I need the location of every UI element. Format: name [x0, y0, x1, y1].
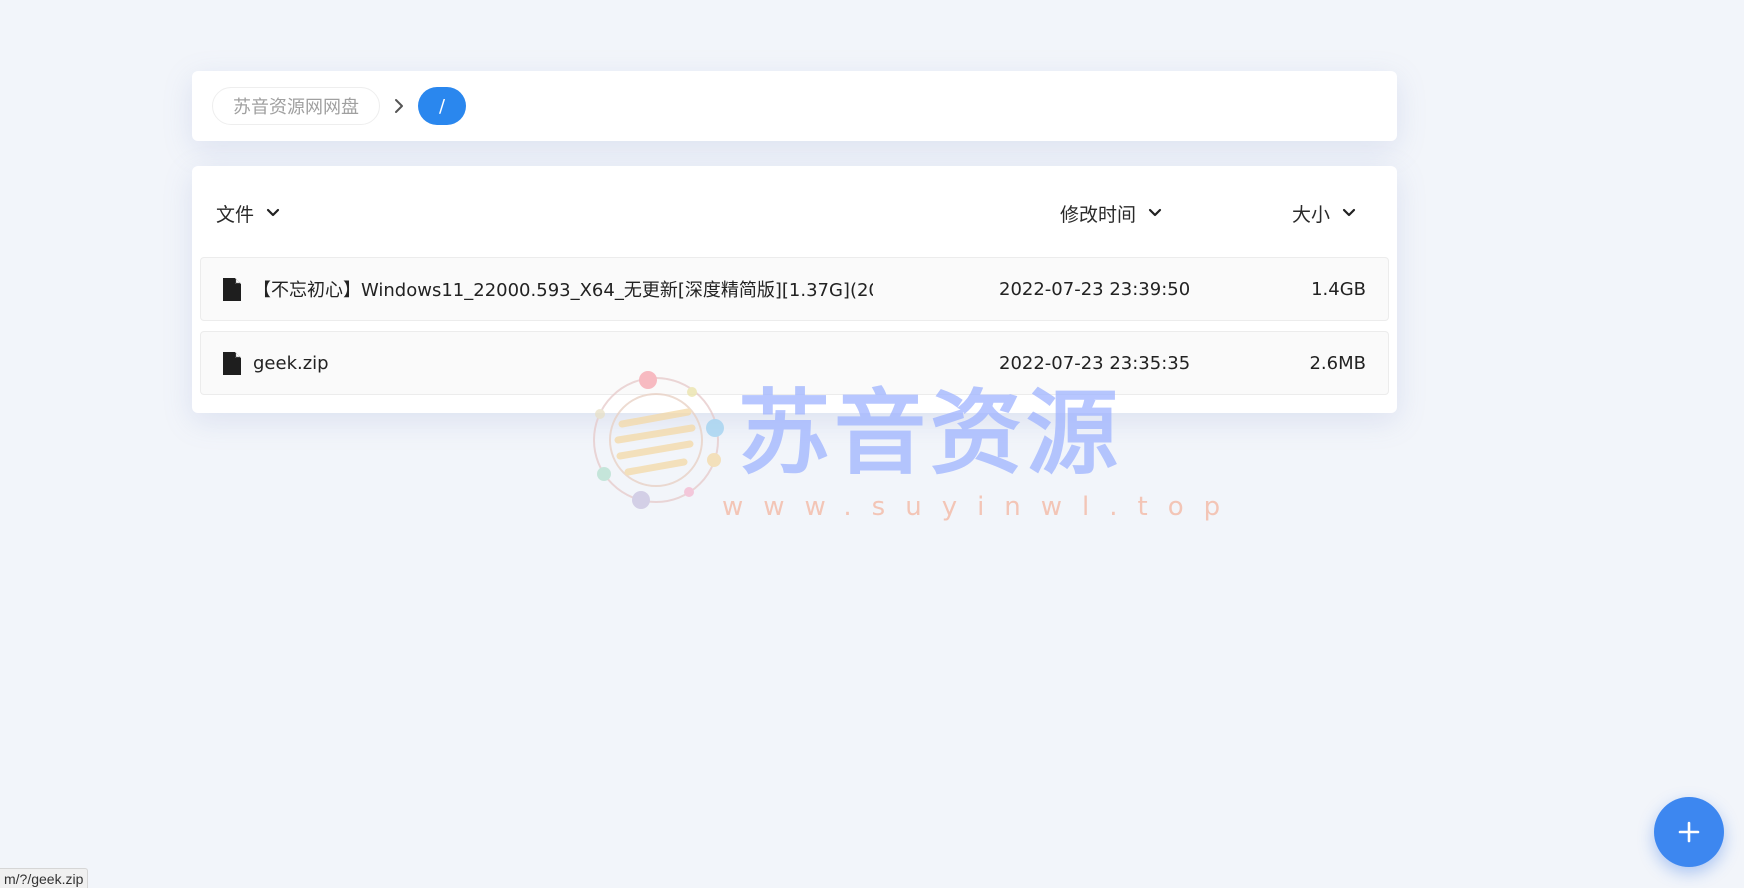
breadcrumb-card: 苏音资源网网盘 /	[192, 71, 1397, 141]
status-bar-link-preview: m/?/geek.zip	[0, 868, 89, 888]
file-icon	[223, 278, 241, 301]
watermark-url: www.suyinwl.top	[722, 492, 1241, 522]
chevron-right-icon	[380, 98, 418, 114]
column-header-modified[interactable]: 修改时间	[1060, 200, 1162, 226]
file-modified: 2022-07-23 23:35:35	[999, 352, 1191, 374]
breadcrumb: 苏音资源网网盘 /	[212, 87, 466, 125]
file-icon	[223, 352, 241, 375]
file-name: 【不忘初心】Windows11_22000.593_X64_无更新[深度精简版]…	[253, 280, 873, 301]
file-row[interactable]: geek.zip 2022-07-23 23:35:35 2.6MB	[200, 331, 1389, 395]
chevron-down-icon	[1342, 208, 1356, 217]
column-header-modified-label: 修改时间	[1060, 203, 1137, 226]
column-header-name[interactable]: 文件	[216, 200, 280, 226]
file-row[interactable]: 【不忘初心】Windows11_22000.593_X64_无更新[深度精简版]…	[200, 257, 1389, 321]
column-header-name-label: 文件	[216, 203, 255, 226]
breadcrumb-current-label: /	[438, 95, 446, 117]
breadcrumb-root[interactable]: 苏音资源网网盘	[212, 87, 380, 125]
column-header-size-label: 大小	[1292, 203, 1331, 226]
file-size: 1.4GB	[1311, 278, 1366, 300]
column-header-size[interactable]: 大小	[1292, 200, 1356, 226]
file-size: 2.6MB	[1309, 352, 1366, 374]
plus-icon	[1678, 821, 1700, 843]
chevron-down-icon	[266, 208, 280, 217]
file-modified: 2022-07-23 23:39:50	[999, 278, 1191, 300]
file-list-card: 文件 修改时间 大小 【不忘初心】Windows11_22000.593_X64…	[192, 166, 1397, 413]
add-button[interactable]	[1654, 797, 1724, 867]
file-list-header: 文件 修改时间 大小	[192, 166, 1397, 258]
file-name: geek.zip	[253, 352, 329, 374]
breadcrumb-current[interactable]: /	[418, 87, 466, 125]
breadcrumb-root-label: 苏音资源网网盘	[233, 97, 359, 118]
chevron-down-icon	[1148, 208, 1162, 217]
